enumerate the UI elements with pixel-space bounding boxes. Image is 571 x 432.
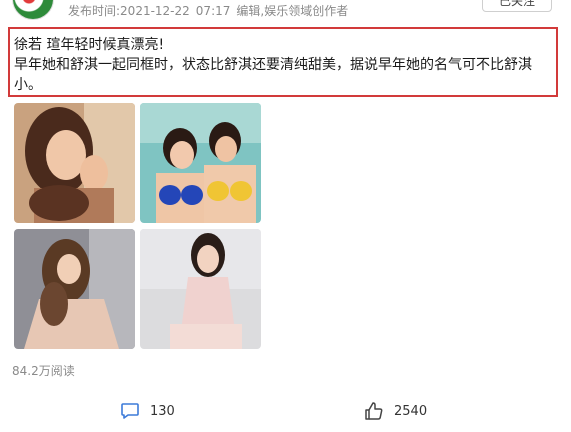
thumbs-up-icon xyxy=(365,402,383,420)
photo-sitting-image xyxy=(14,229,135,349)
publish-date: 发布时间:2021-12-22 xyxy=(68,4,190,18)
photo-1[interactable] xyxy=(14,103,135,223)
photo-2[interactable] xyxy=(140,103,261,223)
post-text-highlight: 徐若 瑄年轻时候真漂亮! 早年她和舒淇一起同框时，状态比舒淇还要清纯甜美，据说早… xyxy=(8,27,558,97)
post-card: 发布时间:2021-12-22 07:17 编辑,娱乐领域创作者 已关注 徐若 瑄年… xyxy=(0,0,571,432)
photo-two-women-image xyxy=(140,103,261,223)
photo-portrait-image xyxy=(14,103,135,223)
comment-count: 130 xyxy=(150,403,175,419)
author-avatar[interactable] xyxy=(12,0,54,20)
comment-button[interactable]: 130 xyxy=(120,400,175,422)
photo-white-dress-image xyxy=(140,229,261,349)
post-body-text: 早年她和舒淇一起同框时，状态比舒淇还要清纯甜美，据说早年她的名气可不比舒淇小。 xyxy=(14,57,532,93)
post-title-line: 徐若 瑄年轻时候真漂亮! xyxy=(14,37,165,53)
like-button[interactable]: 2540 xyxy=(364,400,427,422)
photo-4[interactable] xyxy=(140,229,261,349)
like-count: 2540 xyxy=(394,403,428,419)
photo-3[interactable] xyxy=(14,229,135,349)
follow-button[interactable]: 已关注 xyxy=(482,0,552,12)
post-meta: 发布时间:2021-12-22 07:17 编辑,娱乐领域创作者 xyxy=(68,2,354,19)
comment-icon xyxy=(121,403,139,419)
read-count: 84.2万阅读 xyxy=(12,364,75,378)
publish-time: 07:17 xyxy=(195,4,231,18)
author-tag: 编辑,娱乐领域创作者 xyxy=(236,4,349,18)
